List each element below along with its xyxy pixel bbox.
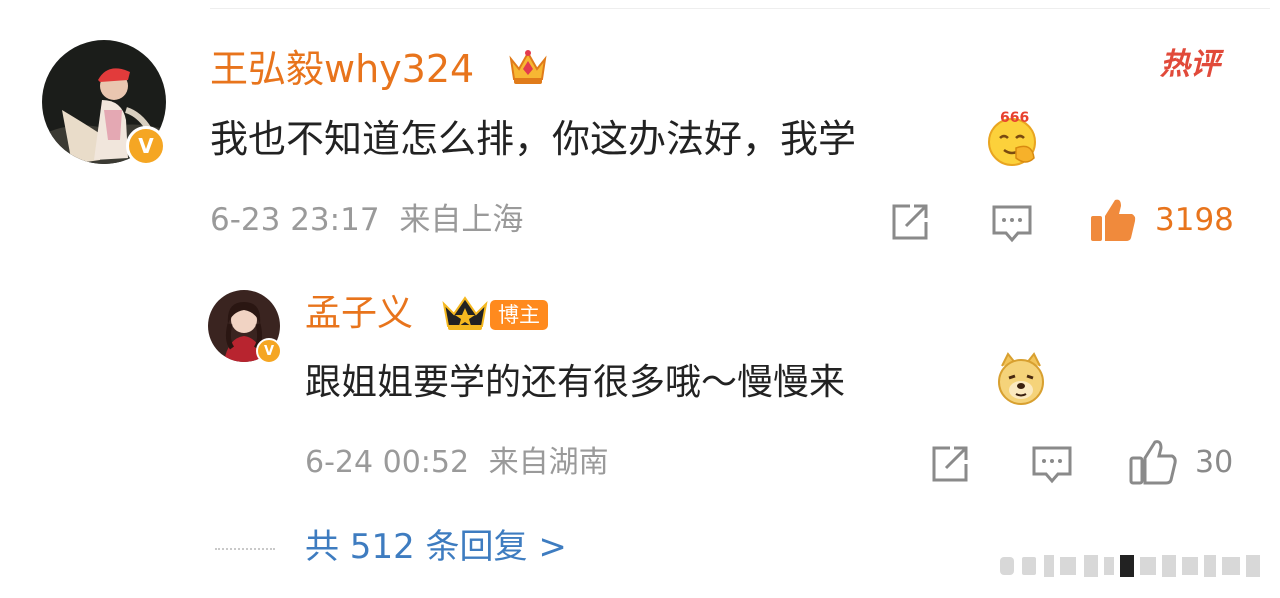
comment-location: 来自上海 [399, 202, 524, 238]
verified-mark: V [263, 343, 275, 359]
divider-dots [215, 548, 275, 550]
reply-time: 6-24 00:52 [305, 445, 470, 480]
like-icon[interactable] [1088, 196, 1138, 248]
verified-icon: V [256, 338, 282, 364]
comment-timestamp: 6-23 23:17 来自上海 [210, 205, 523, 236]
emoji-doge-icon [994, 352, 1048, 410]
commenter-username[interactable]: 王弘毅why324 [210, 50, 474, 88]
reply-text: 跟姐姐要学的还有很多哦～慢慢来 [305, 362, 846, 403]
verified-mark: V [138, 134, 154, 158]
crown-icon [440, 292, 490, 338]
emoji-666-label: 666 [1000, 110, 1029, 126]
verified-icon: V [126, 126, 166, 166]
comment-icon[interactable] [1030, 444, 1074, 490]
crown-icon [505, 45, 551, 91]
top-divider [210, 8, 1270, 9]
watermark [1000, 553, 1270, 579]
comment-text: 我也不知道怎么排，你这办法好，我学 [210, 117, 857, 161]
blogger-username[interactable]: 孟子义 [305, 296, 413, 332]
view-all-replies-link[interactable]: 共 512 条回复 > [305, 530, 567, 564]
hot-comment-tag: 热评 [1160, 47, 1220, 82]
reply-location: 来自湖南 [488, 445, 609, 480]
reply-timestamp: 6-24 00:52 来自湖南 [305, 448, 609, 478]
blogger-badge: 博主 [490, 300, 548, 330]
comment-time: 6-23 23:17 [210, 202, 380, 238]
comment-icon[interactable] [990, 203, 1034, 249]
like-icon[interactable] [1128, 438, 1178, 490]
comment-like-count: 3198 [1155, 202, 1234, 238]
share-icon[interactable] [890, 202, 932, 246]
reply-like-count: 30 [1195, 445, 1234, 480]
share-icon[interactable] [930, 444, 972, 488]
emoji-666-icon: 666 [986, 108, 1042, 170]
